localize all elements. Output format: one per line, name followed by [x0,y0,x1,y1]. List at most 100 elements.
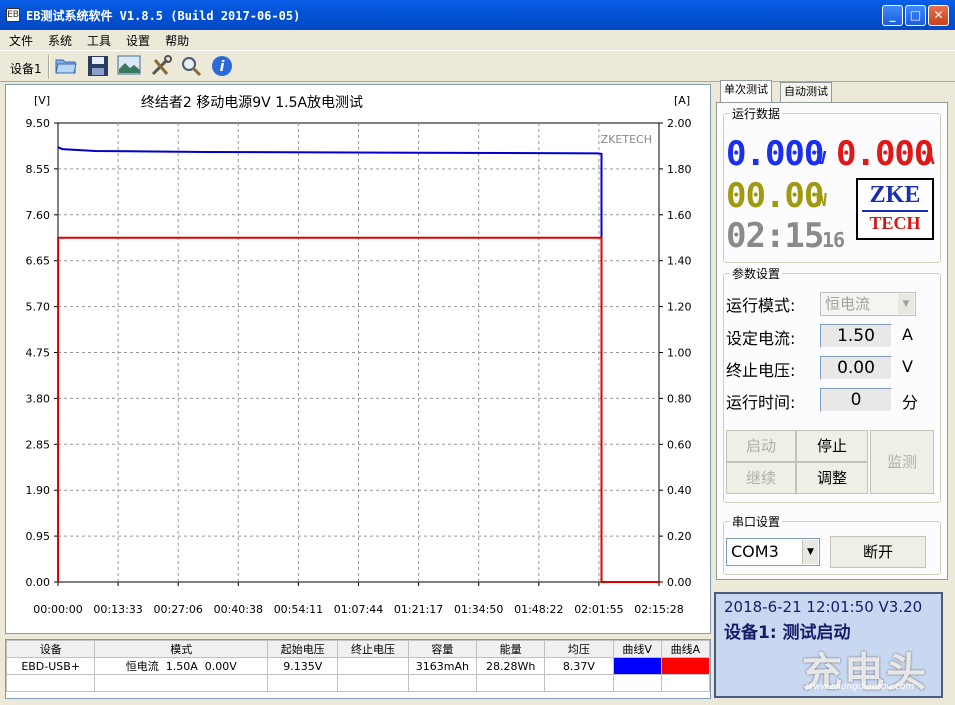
tools-icon[interactable] [149,55,173,79]
col-start-voltage: 起始电压 [267,640,339,658]
svg-text:i: i [220,59,225,75]
stop-voltage-label: 终止电压: [726,361,796,380]
col-curve-a: 曲线A [660,640,711,658]
y-tick-left: 5.70 [26,301,51,314]
run-data-group: 运行数据 0.000 V 0.000 A 00.00 W 02:15 16 ZK… [723,105,941,263]
y-tick-right: 1.60 [667,209,692,222]
stop-voltage-unit: V [902,357,913,376]
menu-help[interactable]: 帮助 [156,30,195,49]
curve-a-swatch[interactable] [660,657,711,675]
search-icon[interactable] [179,55,203,79]
x-tick: 01:07:44 [334,603,383,616]
x-tick: 00:27:06 [153,603,202,616]
params-title: 参数设置 [730,265,783,282]
col-curve-v: 曲线V [612,640,662,658]
x-tick: 00:13:33 [93,603,142,616]
chevron-down-icon: ▼ [898,294,914,314]
start-button[interactable]: 启动 [726,430,796,462]
col-energy: 能量 [475,640,546,658]
y-tick-left: 7.60 [26,209,51,222]
y-tick-left: 3.80 [26,392,51,405]
folder-open-icon[interactable] [54,55,78,79]
set-current-unit: A [902,325,913,344]
run-time-field[interactable]: 0 [820,388,892,412]
y-tick-left: 6.65 [26,255,51,268]
run-time-label: 运行时间: [726,393,796,412]
cell-energy: 28.28Wh [475,657,546,675]
menu-system[interactable]: 系统 [39,30,78,49]
left-axis-unit: [V] [34,94,50,107]
com-port-select[interactable]: COM3 ▼ [726,538,820,566]
stop-voltage-field[interactable]: 0.00 [820,356,892,380]
table-header-row: 设备 模式 起始电压 终止电压 容量 能量 均压 曲线V 曲线A [5,640,711,658]
toolbar-separator [48,55,50,79]
y-tick-right: 0.40 [667,484,692,497]
app-icon[interactable]: EB [6,8,20,22]
voltage-series-line [57,146,603,582]
col-avg-voltage: 均压 [544,640,614,658]
device-selector[interactable]: 设备1 [10,60,42,77]
mode-label: 运行模式: [726,296,796,315]
cell-mode: 恒电流 1.50A 0.00V [94,657,269,675]
time-readout: 02:15 [726,216,824,256]
table-row[interactable]: EBD-USB+ 恒电流 1.50A 0.00V 9.135V 3163mAh … [5,657,711,675]
disconnect-button[interactable]: 断开 [830,536,926,568]
col-device: 设备 [5,640,96,658]
x-tick: 01:21:17 [394,603,443,616]
maximize-button[interactable]: □ [905,5,926,26]
y-tick-right: 2.00 [667,117,692,130]
window-title: EB测试系统软件 V1.8.5 (Build 2017-06-05) [26,9,301,23]
y-tick-left: 4.75 [26,347,51,360]
cell-avg-voltage: 8.37V [544,657,614,675]
y-tick-right: 0.00 [667,576,692,589]
adjust-button[interactable]: 调整 [796,462,868,494]
menu-settings[interactable]: 设置 [117,30,156,49]
serial-group: 串口设置 COM3 ▼ 断开 [723,513,941,575]
info-icon[interactable]: i [210,55,234,79]
set-current-field[interactable]: 1.50 [820,324,892,348]
y-tick-left: 2.85 [26,438,51,451]
tab-single-test[interactable]: 单次测试 [720,80,772,102]
set-current-label: 设定电流: [726,329,796,348]
x-tick: 00:40:38 [214,603,263,616]
params-group: 参数设置 运行模式: 恒电流 ▼ 设定电流: 1.50 A 终止电压: 0.00… [723,265,941,503]
status-timestamp: 2018-6-21 12:01:50 V3.20 [724,598,923,616]
chart-svg: 终结者2 移动电源9V 1.5A放电测试 [V] [A] ZKETECH 9.5… [26,94,692,616]
col-capacity: 容量 [407,640,477,658]
y-tick-left: 0.00 [26,576,51,589]
current-series-line [57,236,659,583]
y-tick-left: 0.95 [26,530,51,543]
continue-button[interactable]: 继续 [726,462,796,494]
y-tick-right: 1.40 [667,255,692,268]
x-tick: 01:48:22 [514,603,563,616]
stop-button[interactable]: 停止 [796,430,868,462]
y-tick-right: 0.20 [667,530,692,543]
mode-select[interactable]: 恒电流 ▼ [820,292,916,316]
y-tick-right: 1.20 [667,301,692,314]
status-box: 2018-6-21 12:01:50 V3.20 设备1: 测试启动 充电头 w… [714,592,943,698]
chart-panel: 终结者2 移动电源9V 1.5A放电测试 [V] [A] ZKETECH 9.5… [5,84,711,634]
menu-tools[interactable]: 工具 [78,30,117,49]
picture-icon[interactable] [117,55,141,79]
x-tick: 00:54:11 [274,603,323,616]
current-readout: 0.000 [836,134,934,174]
curve-v-swatch[interactable] [612,657,662,675]
col-end-voltage: 终止电压 [337,640,409,658]
monitor-button[interactable]: 监测 [870,430,934,494]
time-seconds: 16 [822,228,845,252]
results-table: 设备 模式 起始电压 终止电压 容量 能量 均压 曲线V 曲线A EBD-USB… [5,639,711,699]
minimize-button[interactable]: _ [882,5,903,26]
tab-auto-test[interactable]: 自动测试 [780,82,832,102]
chart-grid [57,122,660,583]
close-button[interactable]: ✕ [928,5,949,26]
zketech-logo: ZKE TECH [856,178,934,240]
power-readout: 00.00 [726,176,824,216]
menu-file[interactable]: 文件 [0,30,39,49]
y-tick-right: 1.80 [667,163,692,176]
voltage-readout: 0.000 [726,134,824,174]
y-tick-left: 1.90 [26,484,51,497]
x-tick: 02:01:55 [574,603,623,616]
save-icon[interactable] [86,55,110,79]
run-data-title: 运行数据 [730,105,783,122]
voltage-unit: V [816,148,827,169]
